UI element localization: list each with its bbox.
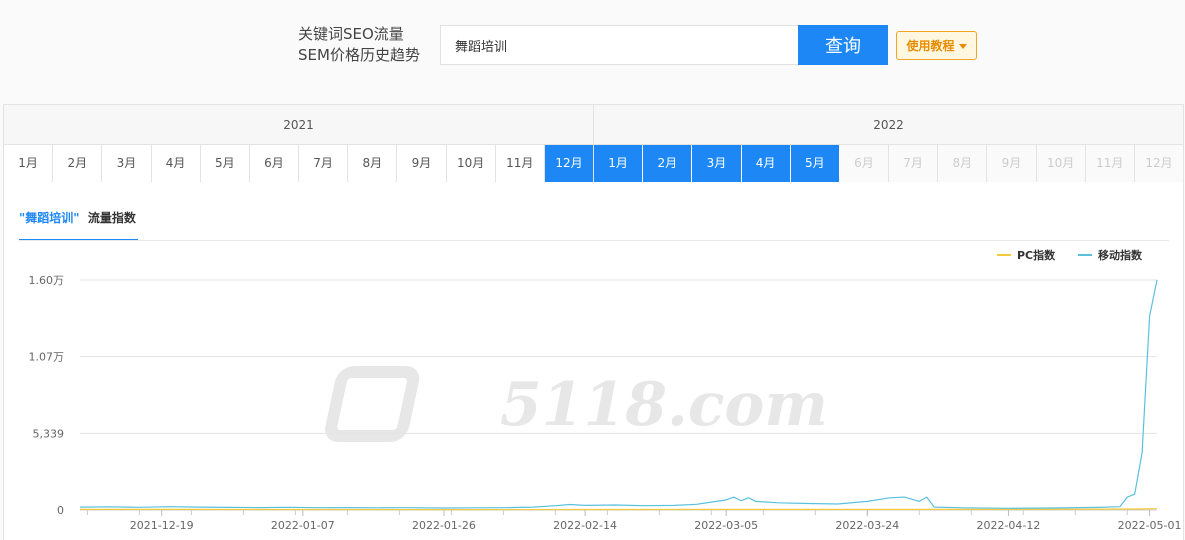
x-tick-label: 2022-03-24 (835, 519, 899, 532)
y-tick-label: 0 (57, 504, 64, 517)
x-tick-label: 2022-02-14 (553, 519, 617, 532)
x-tick-label: 2021-12-19 (130, 519, 194, 532)
y-tick-label: 5,339 (33, 427, 65, 440)
y-tick-label: 1.60万 (29, 274, 65, 287)
series-line-pc (80, 508, 1158, 511)
x-tick-label: 2022-03-05 (694, 519, 758, 532)
x-tick-label: 2022-04-12 (976, 519, 1040, 532)
watermark-logo-icon (325, 366, 420, 442)
legend-mobile-label: 移动指数 (1098, 248, 1143, 262)
traffic-chart: 5118.com 0 5,339 1.07万 1.60万 2021-12-19 2022-0… (29, 248, 1182, 532)
x-tick-label: 2022-01-07 (271, 519, 335, 532)
legend-pc-label: PC指数 (1017, 248, 1056, 262)
y-tick-label: 1.07万 (29, 351, 65, 364)
watermark-text: 5118.com (500, 370, 828, 440)
x-tick-label: 2022-05-01 (1118, 519, 1182, 532)
x-tick-label: 2022-01-26 (412, 519, 476, 532)
